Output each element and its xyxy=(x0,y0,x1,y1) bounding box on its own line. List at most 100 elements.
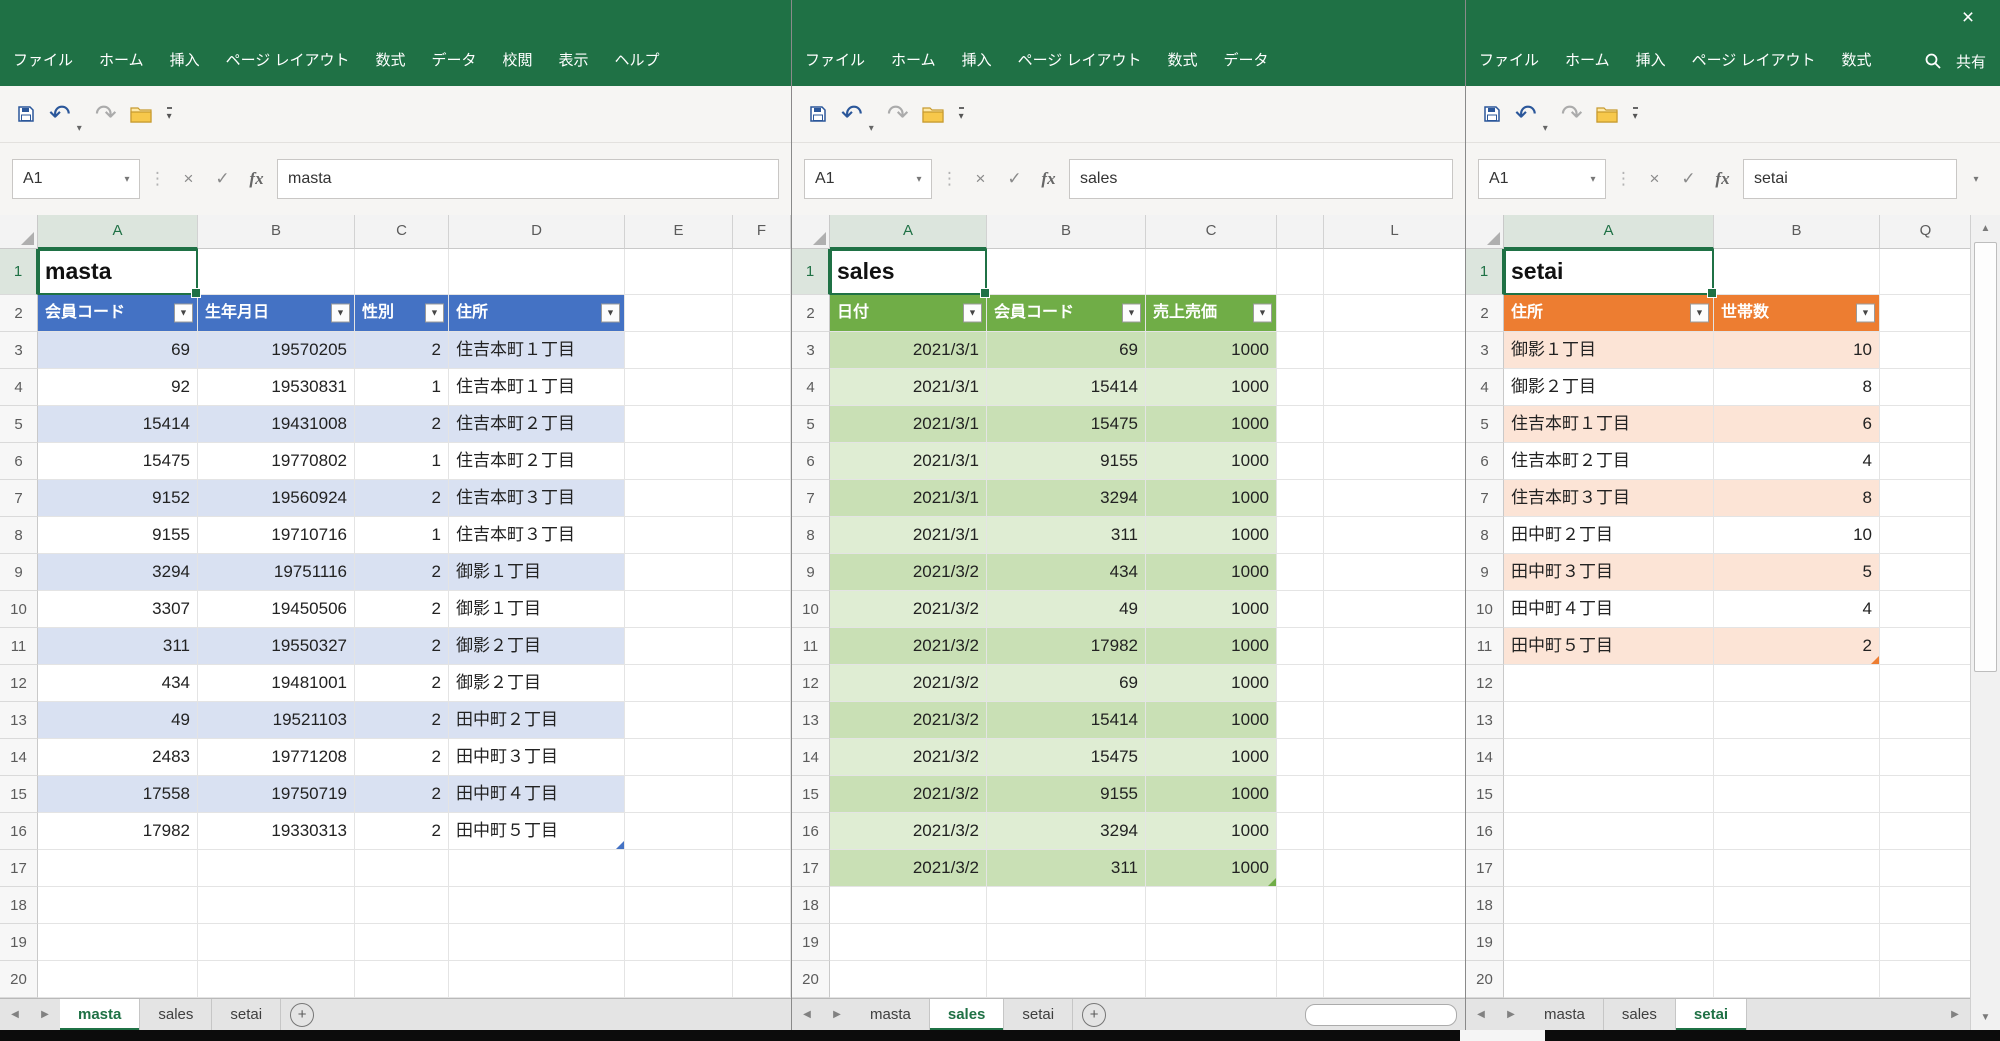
row-header-11[interactable]: 11 xyxy=(0,628,38,665)
cell-D7[interactable]: 住吉本町３丁目 xyxy=(449,480,625,517)
folder-icon[interactable] xyxy=(922,106,944,123)
row-header-11[interactable]: 11 xyxy=(1466,628,1504,665)
cell-A2[interactable]: 日付▼ xyxy=(830,295,987,332)
row-header-17[interactable]: 17 xyxy=(0,850,38,887)
cell-B3[interactable]: 10 xyxy=(1714,332,1880,369)
cell-A19[interactable] xyxy=(38,924,198,961)
cell-B12[interactable]: 19481001 xyxy=(198,665,355,702)
cell-F6[interactable] xyxy=(733,443,791,480)
fill-handle[interactable] xyxy=(1707,288,1717,298)
tab-scroll-right-icon[interactable]: ▶ xyxy=(30,999,60,1030)
cell-L5[interactable] xyxy=(1324,406,1465,443)
column-header-B[interactable]: B xyxy=(987,215,1146,249)
cell-B3[interactable]: 19570205 xyxy=(198,332,355,369)
cell-C13[interactable]: 1000 xyxy=(1146,702,1277,739)
cell-C14[interactable]: 2 xyxy=(355,739,449,776)
cell-B2[interactable]: 世帯数▼ xyxy=(1714,295,1880,332)
cell-C12[interactable]: 1000 xyxy=(1146,665,1277,702)
name-box-dropdown-icon[interactable]: ▾ xyxy=(907,174,931,185)
row-header-4[interactable]: 4 xyxy=(792,369,830,406)
cell-C8[interactable]: 1 xyxy=(355,517,449,554)
row-header-1[interactable]: 1 xyxy=(1466,249,1504,295)
new-sheet-button[interactable]: + xyxy=(1082,1003,1106,1027)
cell-C2[interactable]: 性別▼ xyxy=(355,295,449,332)
filter-button-icon[interactable]: ▼ xyxy=(601,304,620,323)
row-header-3[interactable]: 3 xyxy=(1466,332,1504,369)
cell-C16[interactable]: 1000 xyxy=(1146,813,1277,850)
cell-D12[interactable]: 御影２丁目 xyxy=(449,665,625,702)
cell-A8[interactable]: 2021/3/1 xyxy=(830,517,987,554)
cell-D3[interactable]: 住吉本町１丁目 xyxy=(449,332,625,369)
ribbon-tab[interactable]: 校閲 xyxy=(490,36,546,86)
select-all-button[interactable] xyxy=(792,215,830,249)
cell-C18[interactable] xyxy=(355,887,449,924)
cell-C10[interactable]: 1000 xyxy=(1146,591,1277,628)
cell-F16[interactable] xyxy=(733,813,791,850)
row-header-13[interactable]: 13 xyxy=(792,702,830,739)
cell-C17[interactable] xyxy=(355,850,449,887)
formula-input[interactable]: setai xyxy=(1743,159,1957,199)
sheet-tab-setai[interactable]: setai xyxy=(1676,999,1747,1030)
cell-F12[interactable] xyxy=(733,665,791,702)
cell-F8[interactable] xyxy=(733,517,791,554)
sheet-tab-sales[interactable]: sales xyxy=(930,999,1005,1030)
cell-C14[interactable]: 1000 xyxy=(1146,739,1277,776)
cell-A6[interactable]: 15475 xyxy=(38,443,198,480)
tab-scroll-left-icon[interactable]: ◀ xyxy=(792,999,822,1030)
cell-C3[interactable]: 1000 xyxy=(1146,332,1277,369)
cell-L8[interactable] xyxy=(1324,517,1465,554)
row-header-11[interactable]: 11 xyxy=(792,628,830,665)
cell-A10[interactable]: 3307 xyxy=(38,591,198,628)
cell-B10[interactable]: 4 xyxy=(1714,591,1880,628)
name-box-dropdown-icon[interactable]: ▾ xyxy=(115,174,139,185)
row-header-6[interactable]: 6 xyxy=(792,443,830,480)
cell-A15[interactable]: 17558 xyxy=(38,776,198,813)
cell-A8[interactable]: 田中町２丁目 xyxy=(1504,517,1714,554)
cell-B20[interactable] xyxy=(1714,961,1880,998)
cell-Q8[interactable] xyxy=(1880,517,1970,554)
cell-Q12[interactable] xyxy=(1880,665,1970,702)
cell-Q6[interactable] xyxy=(1880,443,1970,480)
cell-x13[interactable] xyxy=(1277,702,1324,739)
cell-A4[interactable]: 2021/3/1 xyxy=(830,369,987,406)
cell-B9[interactable]: 19751116 xyxy=(198,554,355,591)
enter-icon[interactable]: ✓ xyxy=(1001,169,1028,189)
cell-A16[interactable]: 2021/3/2 xyxy=(830,813,987,850)
column-header-A[interactable]: A xyxy=(830,215,987,249)
cell-A6[interactable]: 住吉本町２丁目 xyxy=(1504,443,1714,480)
cell-D19[interactable] xyxy=(449,924,625,961)
cell-A4[interactable]: 御影２丁目 xyxy=(1504,369,1714,406)
cell-E18[interactable] xyxy=(625,887,733,924)
cell-B1[interactable] xyxy=(198,249,355,295)
cell-C17[interactable]: 1000 xyxy=(1146,850,1277,887)
cell-C16[interactable]: 2 xyxy=(355,813,449,850)
column-header-A[interactable]: A xyxy=(38,215,198,249)
cell-E19[interactable] xyxy=(625,924,733,961)
cell-C15[interactable]: 1000 xyxy=(1146,776,1277,813)
cell-A18[interactable] xyxy=(1504,887,1714,924)
cell-B6[interactable]: 4 xyxy=(1714,443,1880,480)
cell-x19[interactable] xyxy=(1277,924,1324,961)
cell-A14[interactable] xyxy=(1504,739,1714,776)
cell-F19[interactable] xyxy=(733,924,791,961)
search-icon[interactable] xyxy=(1924,52,1942,70)
scrollbar-thumb[interactable] xyxy=(1974,242,1997,672)
cell-D1[interactable] xyxy=(449,249,625,295)
cell-D15[interactable]: 田中町４丁目 xyxy=(449,776,625,813)
cell-C9[interactable]: 1000 xyxy=(1146,554,1277,591)
row-header-4[interactable]: 4 xyxy=(0,369,38,406)
row-header-20[interactable]: 20 xyxy=(1466,961,1504,998)
row-header-6[interactable]: 6 xyxy=(1466,443,1504,480)
share-button[interactable]: 共有 xyxy=(1956,51,1986,72)
cell-B18[interactable] xyxy=(987,887,1146,924)
ribbon-tab[interactable]: 数式 xyxy=(1828,36,1884,86)
ribbon-tab[interactable]: ページ レイアウト xyxy=(1005,36,1155,86)
cell-D6[interactable]: 住吉本町２丁目 xyxy=(449,443,625,480)
cell-A12[interactable] xyxy=(1504,665,1714,702)
cell-E8[interactable] xyxy=(625,517,733,554)
ribbon-tab[interactable]: データ xyxy=(1210,36,1281,86)
cell-E12[interactable] xyxy=(625,665,733,702)
row-header-18[interactable]: 18 xyxy=(1466,887,1504,924)
cell-B19[interactable] xyxy=(198,924,355,961)
cell-F15[interactable] xyxy=(733,776,791,813)
